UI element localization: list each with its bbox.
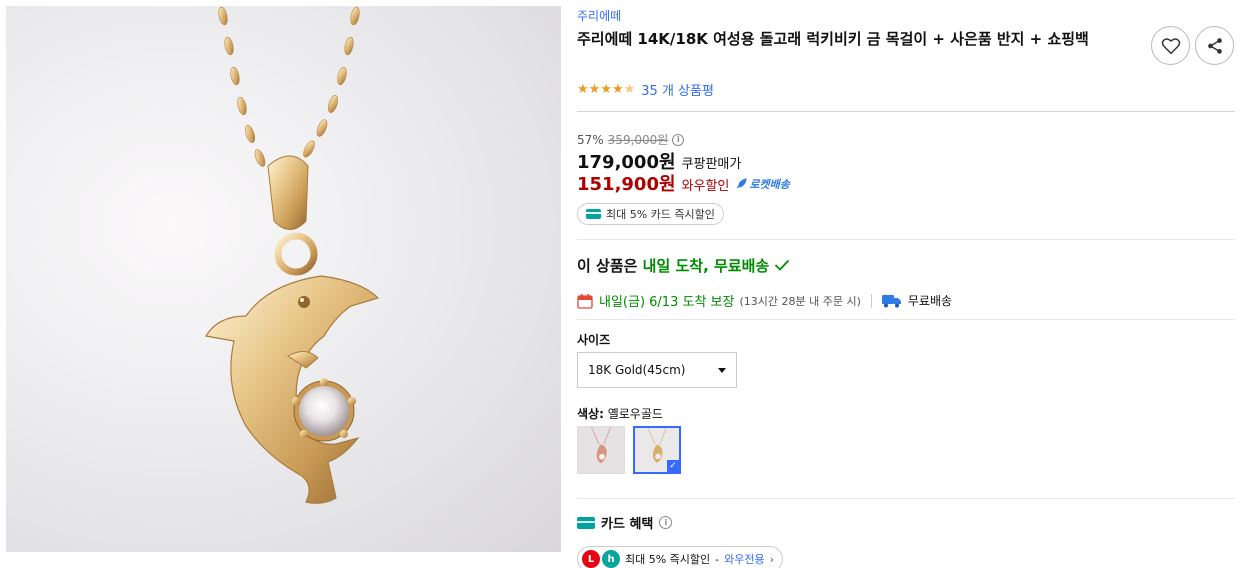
- brand-link[interactable]: 주리에떼: [577, 7, 621, 24]
- wow-only-label: 와우전용: [724, 553, 765, 566]
- product-info-panel: 주리에떼 주리에떼 14K/18K 여성용 돌고래 럭키비키 금 목걸이 + 사…: [577, 0, 1235, 568]
- color-swatch-yellow-gold[interactable]: ✓: [633, 426, 681, 474]
- divider: [577, 319, 1235, 320]
- arrival-prefix: 이 상품은: [577, 257, 643, 275]
- original-price: 359,000원: [607, 133, 669, 147]
- wow-price: 151,900원: [577, 174, 676, 195]
- free-shipping-label: 무료배송: [907, 294, 953, 308]
- star-rating: ★ ★ ★ ★ ★: [577, 83, 635, 96]
- divider: [577, 239, 1235, 240]
- color-label-key: 색상:: [577, 407, 604, 421]
- card-benefit-pill[interactable]: L h 최대 5% 즉시할인 - 와우전용 ›: [577, 546, 784, 568]
- heart-icon: [1161, 37, 1180, 54]
- arrival-highlight: 내일 도착, 무료배송: [642, 257, 770, 275]
- color-swatch-rose-gold[interactable]: [577, 426, 625, 474]
- card-discount-text: 최대 5% 카드 즉시할인: [606, 208, 715, 221]
- info-icon[interactable]: i: [672, 133, 685, 146]
- selected-check-icon: ✓: [667, 460, 679, 472]
- rocket-delivery-label: 로켓배송: [749, 178, 790, 191]
- size-selected-value: 18K Gold(45cm): [588, 363, 686, 377]
- favorite-button[interactable]: [1151, 26, 1190, 65]
- truck-icon: [881, 294, 901, 307]
- card-benefit-text: 최대 5% 즉시할인: [625, 553, 711, 566]
- discount-rate: 57%: [577, 132, 604, 147]
- review-count-link[interactable]: 35 개 상품평: [641, 80, 714, 99]
- share-icon: [1207, 37, 1222, 54]
- wow-price-label: 와우할인: [681, 179, 730, 194]
- chevron-right-icon: ›: [769, 552, 775, 566]
- share-button[interactable]: [1195, 26, 1234, 65]
- divider: [577, 498, 1235, 499]
- hana-card-icon: h: [602, 550, 620, 568]
- color-label-value: 옐로우골드: [607, 407, 663, 421]
- card-benefits-header: 카드 혜택 i: [577, 513, 673, 532]
- divider: [577, 111, 1235, 112]
- calendar-icon: [577, 293, 593, 309]
- delivery-cutoff: (13시간 28분 내 주문 시): [739, 294, 861, 308]
- card-discount-pill[interactable]: 최대 5% 카드 즉시할인: [577, 203, 724, 225]
- arrival-headline: 이 상품은 내일 도착, 무료배송: [577, 255, 790, 276]
- rocket-delivery-badge: 로켓배송: [735, 176, 790, 192]
- product-image[interactable]: [6, 6, 561, 552]
- star-icon: ★: [611, 82, 624, 97]
- discount-row: 57% 359,000원 i: [577, 131, 685, 148]
- star-icon: ★: [577, 82, 589, 97]
- product-title: 주리에떼 14K/18K 여성용 돌고래 럭키비키 금 목걸이 + 사은품 반지…: [577, 30, 1089, 48]
- rating-row[interactable]: ★ ★ ★ ★ ★ 35 개 상품평: [577, 80, 714, 99]
- color-option-label: 색상: 옐로우골드: [577, 405, 663, 422]
- star-icon: ★: [588, 82, 601, 97]
- caret-down-icon: [718, 367, 726, 373]
- credit-card-icon: [577, 516, 595, 529]
- card-benefits-title: 카드 혜택: [601, 517, 654, 532]
- star-icon: ★: [600, 82, 612, 97]
- separator-dash: -: [715, 552, 720, 566]
- credit-card-icon: [586, 209, 601, 219]
- rose-gold-necklace-thumbnail: [578, 427, 624, 473]
- half-star-icon: ★: [623, 82, 636, 97]
- size-select[interactable]: 18K Gold(45cm): [577, 352, 737, 388]
- rocket-icon: [737, 178, 747, 189]
- checkmark-icon: [775, 259, 790, 271]
- dolphin-necklace-image: [205, 6, 380, 504]
- delivery-row: 내일(금) 6/13 도착 보장 (13시간 28분 내 주문 시) 무료배송: [577, 291, 952, 310]
- size-option-label: 사이즈: [577, 333, 611, 347]
- delivery-date: 내일(금) 6/13 도착 보장: [599, 295, 735, 310]
- lotte-card-icon: L: [582, 550, 600, 568]
- info-icon[interactable]: i: [659, 516, 673, 529]
- wow-price-row: 151,900원 와우할인 로켓배송: [577, 170, 790, 196]
- divider: [870, 293, 872, 308]
